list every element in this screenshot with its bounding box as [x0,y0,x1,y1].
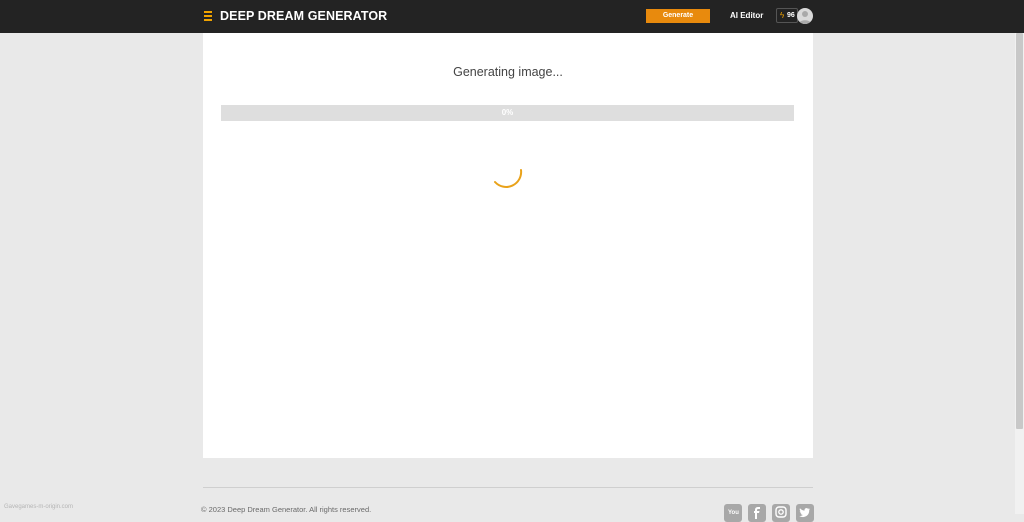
progress-bar: 0% [221,105,794,121]
user-icon [799,11,811,24]
avatar[interactable] [797,8,813,24]
progress-label: 0% [501,108,514,117]
ai-editor-link[interactable]: AI Editor [730,11,763,20]
menu-icon[interactable] [204,11,212,22]
youtube-icon[interactable]: You [724,504,742,522]
top-navbar: DEEP DREAM GENERATOR Generate AI Editor … [0,0,1024,33]
lightning-icon: ϟ [780,11,785,20]
watermark: Gavegames-m-origin.com [4,504,74,510]
instagram-icon[interactable] [772,504,790,522]
footer-divider [203,487,813,488]
generate-button[interactable]: Generate [646,9,710,23]
loading-spinner-icon [494,169,523,188]
energy-count: 96 [787,12,795,19]
twitter-icon[interactable] [796,504,814,522]
svg-text:You: You [728,510,739,516]
generation-status: Generating image... [453,65,563,79]
generation-panel: Generating image... 0% [203,33,813,458]
scrollbar-thumb[interactable] [1016,33,1023,429]
site-logo[interactable]: DEEP DREAM GENERATOR [220,9,387,23]
page-scrollbar[interactable] [1015,33,1024,514]
facebook-icon[interactable] [748,504,766,522]
energy-counter[interactable]: ϟ 96 [776,8,798,23]
copyright-text: © 2023 Deep Dream Generator. All rights … [201,505,372,514]
